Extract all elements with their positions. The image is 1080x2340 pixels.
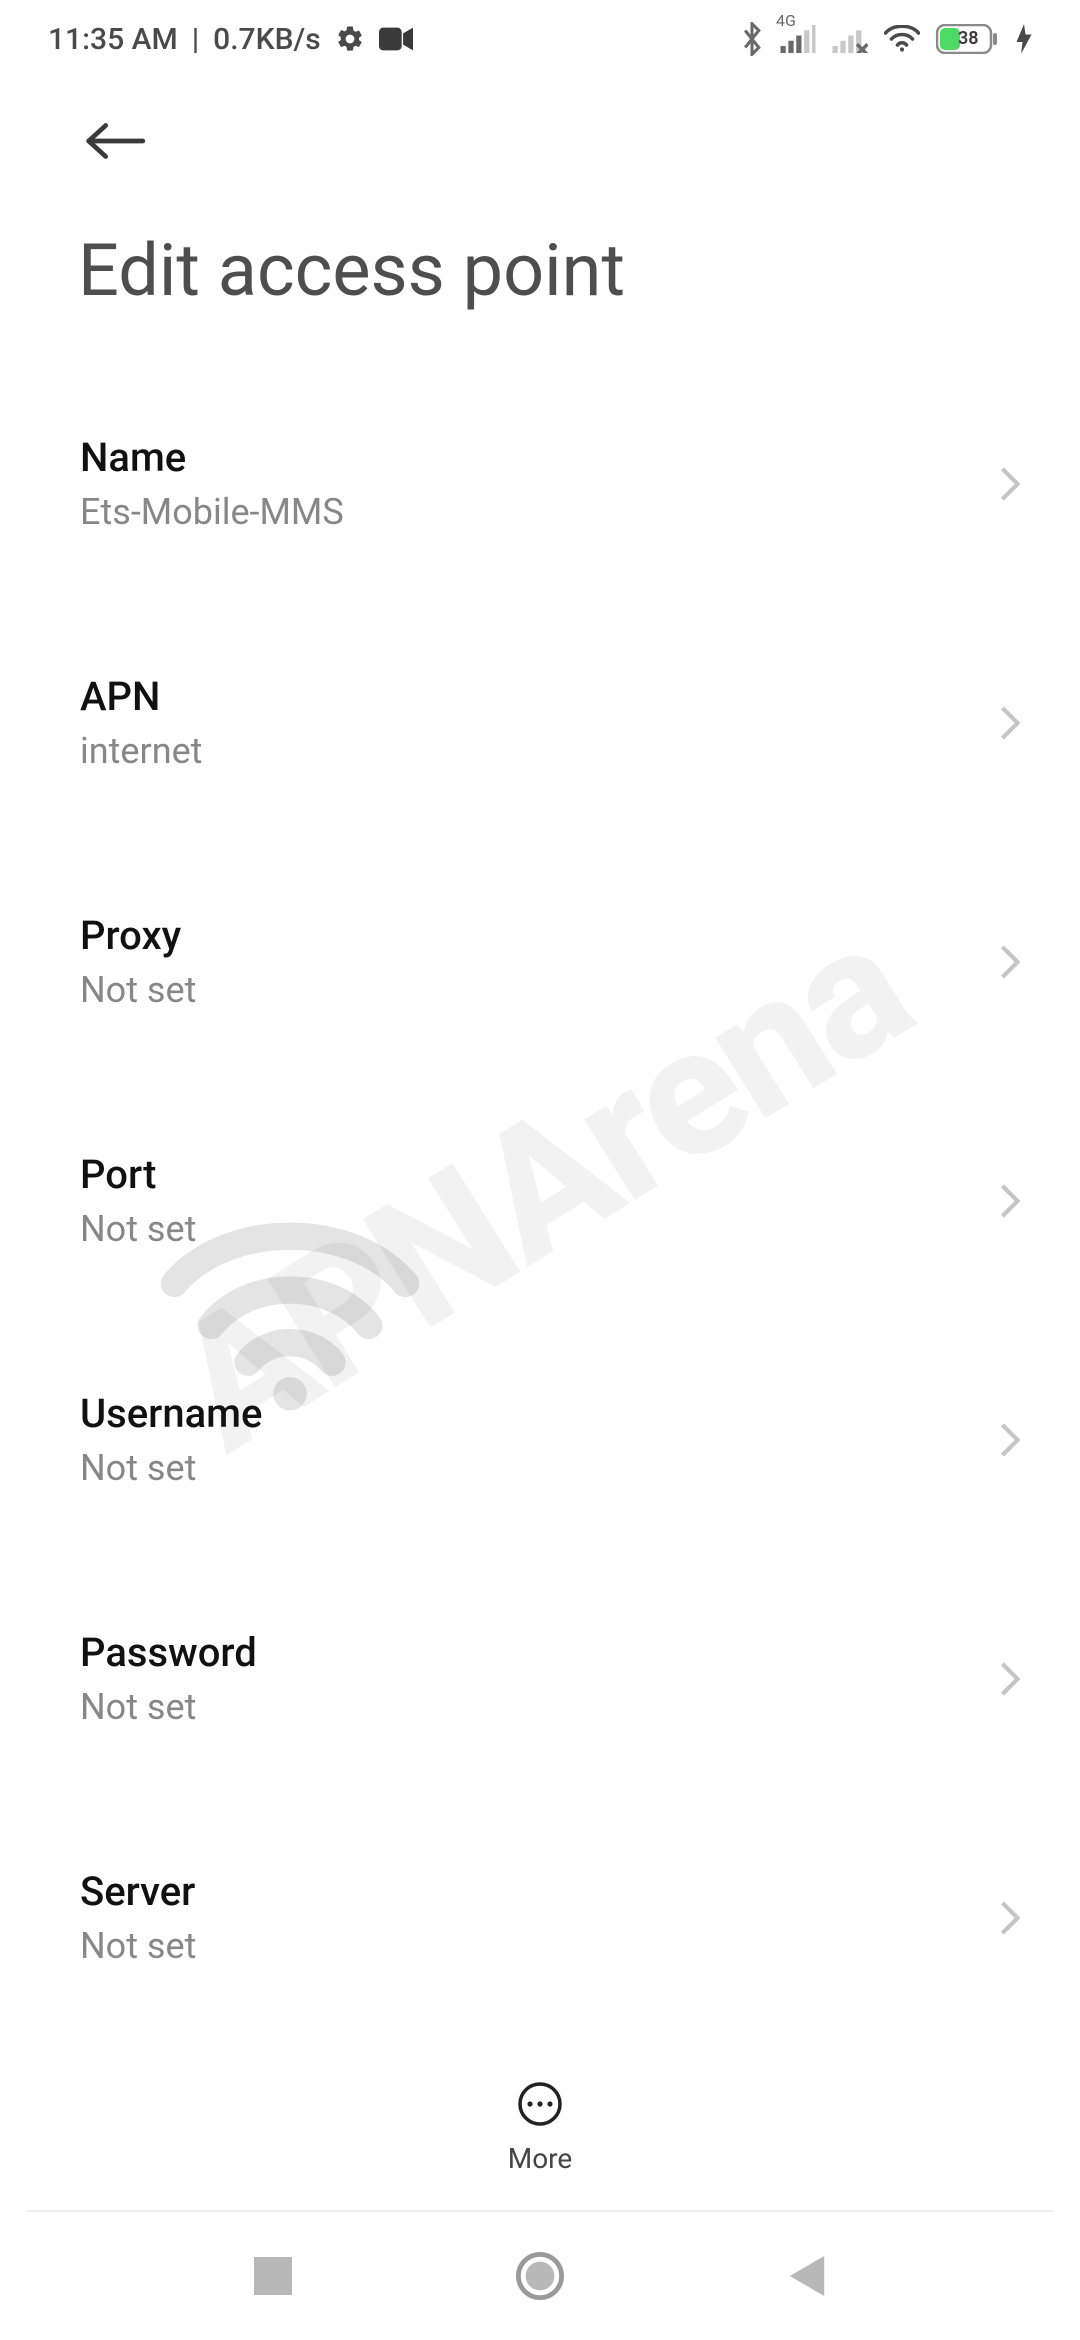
more-button[interactable]: More [480, 2080, 600, 2175]
status-time: 11:35 AM [48, 22, 178, 57]
bluetooth-icon [740, 22, 764, 56]
row-username[interactable]: Username Not set [0, 1356, 1080, 1523]
triangle-left-icon [788, 2256, 826, 2296]
back-button[interactable] [80, 108, 150, 178]
charging-icon [1016, 24, 1032, 54]
status-sep: | [192, 22, 199, 57]
row-name[interactable]: Name Ets-Mobile-MMS [0, 400, 1080, 567]
chevron-right-icon [1000, 1901, 1020, 1935]
row-label: Name [80, 434, 984, 481]
chevron-right-icon [1000, 1423, 1020, 1457]
row-value: Not set [80, 1447, 984, 1489]
wifi-icon [884, 25, 920, 53]
row-label: Proxy [80, 912, 984, 959]
page-title: Edit access point [78, 228, 625, 313]
row-label: Password [80, 1629, 984, 1676]
row-port[interactable]: Port Not set [0, 1117, 1080, 1284]
row-value: Ets-Mobile-MMS [80, 491, 984, 533]
arrow-left-icon [84, 120, 146, 166]
row-proxy[interactable]: Proxy Not set [0, 878, 1080, 1045]
row-value: Not set [80, 1686, 984, 1728]
settings-list: Name Ets-Mobile-MMS APN internet Proxy N… [0, 400, 1080, 2340]
row-label: Server [80, 1868, 984, 1915]
row-apn[interactable]: APN internet [0, 639, 1080, 806]
battery-icon: 38 [936, 24, 1000, 54]
row-value: Not set [80, 1925, 984, 1967]
row-password[interactable]: Password Not set [0, 1595, 1080, 1762]
row-value: Not set [80, 969, 984, 1011]
square-icon [254, 2257, 292, 2295]
row-value: Not set [80, 1208, 984, 1250]
chevron-right-icon [1000, 467, 1020, 501]
status-speed: 0.7KB/s [213, 22, 320, 57]
chevron-right-icon [1000, 945, 1020, 979]
signal-4g-icon: 4G [780, 25, 816, 53]
chevron-right-icon [1000, 1184, 1020, 1218]
row-label: Username [80, 1390, 984, 1437]
nav-recent-button[interactable] [243, 2246, 303, 2306]
navigation-bar [0, 2212, 1080, 2340]
chevron-right-icon [1000, 1662, 1020, 1696]
circle-icon [516, 2252, 564, 2300]
nav-back-button[interactable] [777, 2246, 837, 2306]
row-label: APN [80, 673, 984, 720]
signal-nosim-icon [832, 25, 868, 53]
row-value: internet [80, 730, 984, 772]
gear-icon [335, 24, 365, 54]
nav-home-button[interactable] [510, 2246, 570, 2306]
status-bar: 11:35 AM | 0.7KB/s 4G [0, 0, 1080, 78]
row-label: Port [80, 1151, 984, 1198]
video-icon [379, 27, 413, 51]
more-horizontal-icon [516, 2113, 564, 2132]
chevron-right-icon [1000, 2140, 1020, 2174]
more-label: More [480, 2142, 600, 2175]
row-server[interactable]: Server Not set [0, 1834, 1080, 2001]
chevron-right-icon [1000, 706, 1020, 740]
